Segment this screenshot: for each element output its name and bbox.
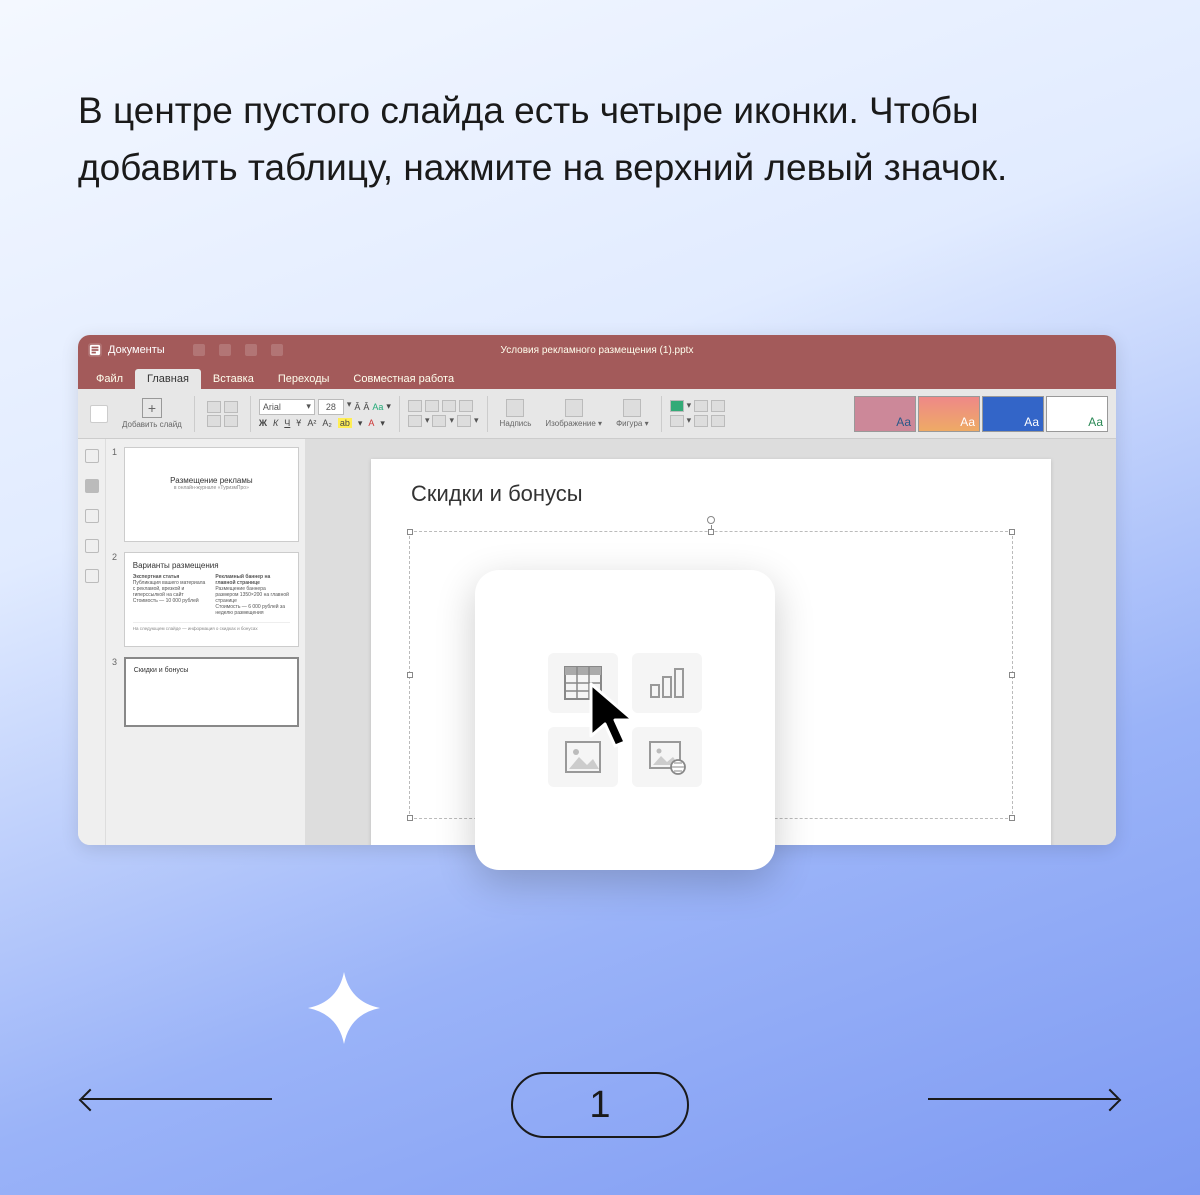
next-arrow[interactable] [928,1098,1118,1100]
document-title: Условия рекламного размещения (1).pptx [501,345,694,356]
font-name-select[interactable]: Arial▾ [259,399,315,415]
copy-icon[interactable] [224,401,238,413]
slide-thumb-2[interactable]: 2 Варианты размещения Экспертная статья … [112,552,299,647]
indent-icon[interactable] [457,415,471,427]
menu-home[interactable]: Главная [135,369,201,389]
thumb-title: Варианты размещения [133,561,290,570]
menu-insert[interactable]: Вставка [201,369,266,389]
strike-button[interactable]: Ұ [296,418,301,428]
theme-1[interactable]: Аа [854,396,916,432]
font-color-icon[interactable]: A [368,418,374,428]
format-painter-icon[interactable] [224,415,238,427]
theme-2[interactable]: Аа [918,396,980,432]
menu-bar: Файл Главная Вставка Переходы Совместная… [78,365,1116,389]
undo-icon[interactable] [245,344,257,356]
resize-handle[interactable] [1009,815,1015,821]
page-indicator: 1 [511,1072,689,1138]
resize-handle[interactable] [1009,672,1015,678]
thumb-title: Размещение рекламы [133,476,290,485]
cut-icon[interactable] [207,401,221,413]
bullets-icon[interactable] [408,415,422,427]
thumb-subtitle: в онлайн-журнале «ТуризмПро» [133,485,290,491]
shape-label: Фигура ▾ [616,419,649,428]
image-label: Изображение ▾ [545,419,602,428]
thumb-title: Скидки и бонусы [134,667,289,674]
comments-icon[interactable] [85,509,99,523]
slide-thumb-3[interactable]: 3 Скидки и бонусы [112,657,299,727]
align-right-icon[interactable] [442,400,456,412]
italic-button[interactable]: К [273,418,278,428]
resize-handle[interactable] [1009,529,1015,535]
group-icon[interactable] [694,415,708,427]
font-size-select[interactable]: 28 [318,399,344,415]
insert-table-button[interactable] [548,653,618,713]
slide-number: 3 [112,657,120,727]
slide-number: 1 [112,447,120,542]
textbox-label: Надпись [500,419,532,428]
menu-transitions[interactable]: Переходы [266,369,342,389]
left-rail [78,439,106,845]
add-slide-button[interactable]: + [142,398,162,418]
align-left-icon[interactable] [408,400,422,412]
sparkle-icon [306,970,382,1046]
rotate-icon[interactable] [711,415,725,427]
redo-icon[interactable] [271,344,283,356]
slides-panel-icon[interactable] [85,479,99,493]
textbox-icon[interactable] [506,399,524,417]
resize-handle[interactable] [407,672,413,678]
align-justify-icon[interactable] [459,400,473,412]
slide-title-text[interactable]: Скидки и бонусы [411,481,583,507]
theme-gallery: Аа Аа Аа Аа [854,396,1108,432]
insert-online-image-button[interactable] [632,727,702,787]
titlebar: Документы Условия рекламного размещения … [78,335,1116,365]
app-logo-icon [88,343,102,357]
app-name: Документы [108,344,165,356]
resize-handle[interactable] [407,815,413,821]
instruction-text: В центре пустого слайда есть четыре икон… [78,82,1118,197]
align-center-icon[interactable] [425,400,439,412]
slide-number: 2 [112,552,120,647]
save-icon[interactable] [193,344,205,356]
ribbon: + Добавить слайд Arial▾ 28 ▾ ÂǍAa▾ Ж [78,389,1116,439]
theme-3[interactable]: Аа [982,396,1044,432]
menu-collab[interactable]: Совместная работа [341,369,466,389]
search-icon[interactable] [85,449,99,463]
menu-file[interactable]: Файл [84,369,135,389]
theme-4[interactable]: Аа [1046,396,1108,432]
shape-icon[interactable] [623,399,641,417]
fill-icon[interactable] [670,400,684,412]
add-slide-label: Добавить слайд [122,420,182,429]
slide-thumb-1[interactable]: 1 Размещение рекламы в онлайн-журнале «Т… [112,447,299,542]
layout-icon[interactable] [90,405,108,423]
highlight-icon[interactable]: ab [338,418,352,428]
image-icon[interactable] [565,399,583,417]
print-icon[interactable] [219,344,231,356]
slide-thumbnails: 1 Размещение рекламы в онлайн-журнале «Т… [106,439,306,845]
bold-button[interactable]: Ж [259,418,267,428]
insert-chart-button[interactable] [632,653,702,713]
numbering-icon[interactable] [432,415,446,427]
outline-icon[interactable] [670,415,684,427]
underline-button[interactable]: Ч [284,418,290,428]
resize-handle[interactable] [708,529,714,535]
insert-image-button[interactable] [548,727,618,787]
info-icon[interactable] [85,569,99,583]
arrange-icon[interactable] [694,400,708,412]
prev-arrow[interactable] [82,1098,272,1100]
resize-handle[interactable] [407,529,413,535]
rotate-handle-icon[interactable] [707,516,715,524]
paste-icon[interactable] [207,415,221,427]
insert-content-popover [475,570,775,870]
align-obj-icon[interactable] [711,400,725,412]
animation-icon[interactable] [85,539,99,553]
